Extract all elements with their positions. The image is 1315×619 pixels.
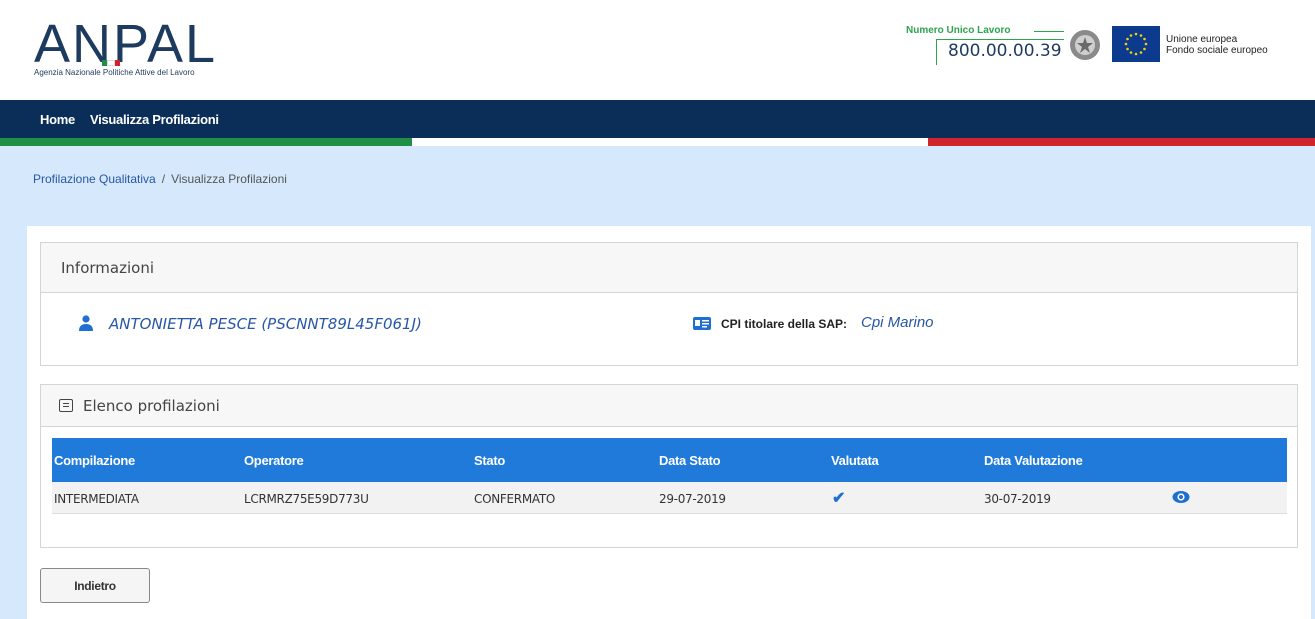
cell-stato: CONFERMATO bbox=[474, 492, 556, 506]
content-card: Informazioni ANTONIETTA PESCE (PSCNNT89L… bbox=[27, 226, 1311, 619]
cpi-label: CPI titolare della SAP: bbox=[721, 317, 848, 331]
eu-line-1: Unione europea bbox=[1166, 34, 1238, 45]
column-header-valutata[interactable]: Valutata bbox=[831, 453, 879, 468]
id-card-icon bbox=[693, 317, 711, 330]
user-icon bbox=[79, 315, 93, 331]
nav-item-visualizza-profilazioni[interactable]: Visualizza Profilazioni bbox=[90, 112, 219, 127]
info-panel-title: Informazioni bbox=[61, 259, 154, 277]
breadcrumb: Profilazione Qualitativa / Visualizza Prof… bbox=[33, 172, 287, 186]
column-header-data-valutazione[interactable]: Data Valutazione bbox=[984, 453, 1083, 468]
info-panel: Informazioni ANTONIETTA PESCE (PSCNNT89L… bbox=[40, 242, 1298, 366]
main-navbar: Home Visualizza Profilazioni bbox=[0, 100, 1315, 138]
cpi-value: Cpi Marino bbox=[861, 314, 934, 331]
profilazioni-panel-header: Elenco profilazioni bbox=[41, 385, 1297, 427]
cell-operatore: LCRMRZ75E59D773U bbox=[244, 492, 369, 506]
italian-republic-emblem-icon bbox=[1070, 30, 1100, 60]
back-button[interactable]: Indietro bbox=[40, 568, 150, 603]
info-panel-header: Informazioni bbox=[41, 243, 1297, 293]
eye-icon[interactable] bbox=[1172, 490, 1190, 504]
tricolor-stripe bbox=[0, 138, 1315, 146]
anpal-logo[interactable]: ANPAL Agenzia Nazionale Politiche Attive… bbox=[34, 14, 264, 84]
site-header: ANPAL Agenzia Nazionale Politiche Attive… bbox=[0, 0, 1315, 100]
cell-data-valutazione: 30-07-2019 bbox=[984, 492, 1051, 506]
column-header-operatore[interactable]: Operatore bbox=[244, 453, 304, 468]
stripe-green bbox=[0, 138, 412, 146]
breadcrumb-parent[interactable]: Profilazione Qualitativa bbox=[33, 172, 156, 186]
breadcrumb-current: Visualizza Profilazioni bbox=[171, 172, 287, 186]
contact-box: Numero Unico Lavoro 800.00.00.39 bbox=[900, 25, 1065, 65]
user-name: ANTONIETTA PESCE (PSCNNT89L45F061J) bbox=[109, 315, 422, 333]
check-icon: ✔ bbox=[832, 490, 846, 507]
profilazioni-table: Compilazione Operatore Stato Data Stato … bbox=[52, 438, 1287, 514]
eu-text: Unione europea Fondo sociale europeo bbox=[1166, 34, 1268, 56]
profilazioni-panel: Elenco profilazioni Compilazione Operato… bbox=[40, 384, 1298, 548]
nav-item-home[interactable]: Home bbox=[40, 112, 75, 127]
breadcrumb-separator: / bbox=[161, 172, 166, 186]
contact-line bbox=[1034, 31, 1064, 32]
cell-compilazione: INTERMEDIATA bbox=[54, 492, 139, 506]
italian-flag-icon bbox=[102, 60, 120, 66]
contact-label: Numero Unico Lavoro bbox=[906, 25, 1011, 36]
logo-wordmark: ANPAL bbox=[34, 14, 218, 74]
table-header: Compilazione Operatore Stato Data Stato … bbox=[52, 438, 1287, 482]
table-row: INTERMEDIATA LCRMRZ75E59D773U CONFERMATO… bbox=[52, 482, 1287, 514]
eu-line-2: Fondo sociale europeo bbox=[1166, 45, 1268, 56]
list-icon bbox=[59, 399, 73, 412]
column-header-compilazione[interactable]: Compilazione bbox=[54, 453, 135, 468]
main-area: Profilazione Qualitativa / Visualizza Prof… bbox=[0, 146, 1315, 619]
column-header-stato[interactable]: Stato bbox=[474, 453, 505, 468]
eu-flag-icon bbox=[1112, 26, 1160, 62]
column-header-data-stato[interactable]: Data Stato bbox=[659, 453, 721, 468]
info-panel-body: ANTONIETTA PESCE (PSCNNT89L45F061J) CPI … bbox=[41, 293, 1297, 365]
profilazioni-panel-title: Elenco profilazioni bbox=[83, 397, 220, 415]
logo-subtitle: Agenzia Nazionale Politiche Attive del L… bbox=[34, 68, 195, 77]
cell-data-stato: 29-07-2019 bbox=[659, 492, 726, 506]
stripe-red bbox=[928, 138, 1315, 146]
stripe-white bbox=[412, 138, 928, 146]
contact-number: 800.00.00.39 bbox=[948, 41, 1062, 61]
